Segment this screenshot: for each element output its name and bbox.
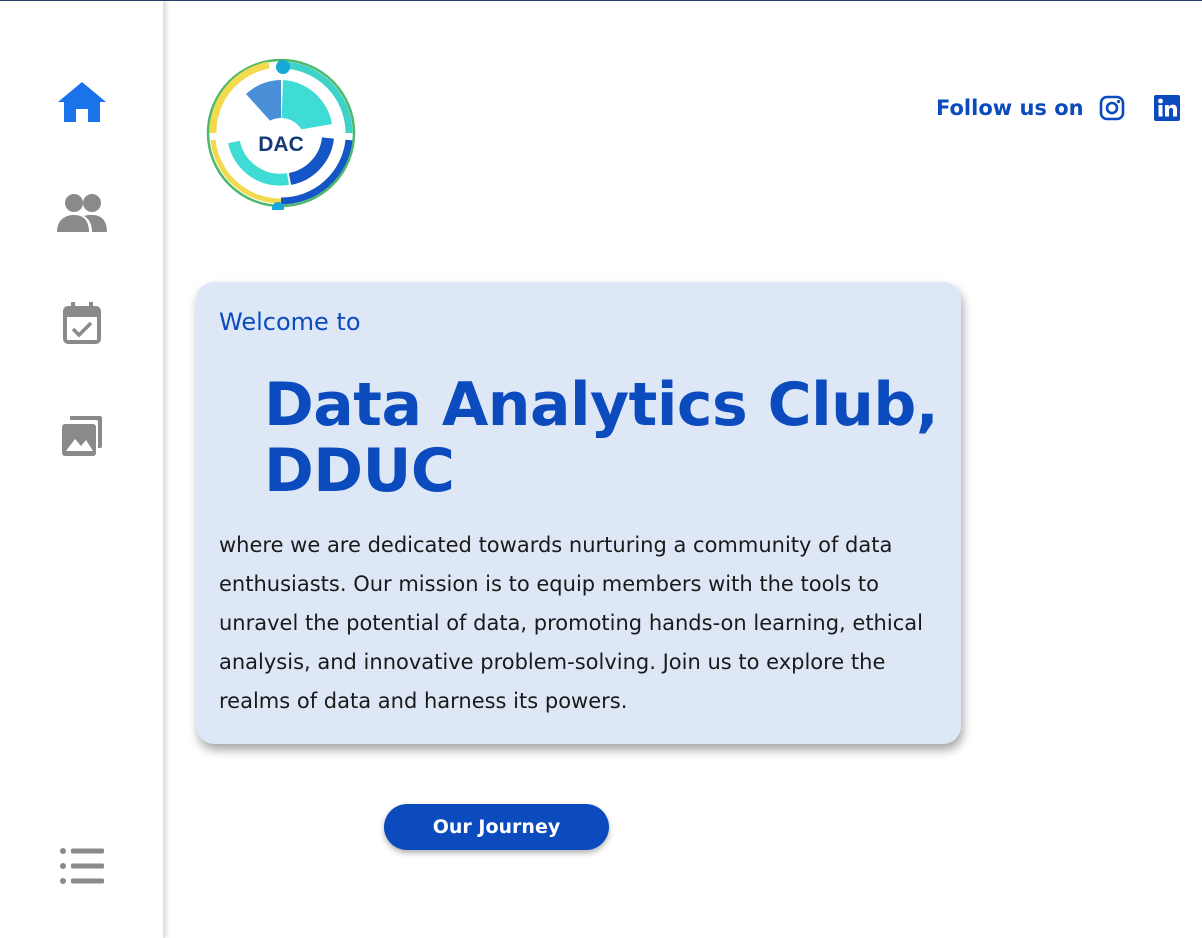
home-icon (58, 82, 106, 122)
follow-us-label: Follow us on (936, 96, 1084, 120)
club-title: Data Analytics Club, DDUC (264, 370, 939, 506)
our-journey-button[interactable]: Our Journey (384, 804, 609, 850)
photo-gallery-icon (62, 416, 102, 456)
nav-events[interactable] (54, 295, 110, 351)
welcome-card: Welcome to Data Analytics Club, DDUC whe… (196, 282, 961, 744)
club-logo: DAC (206, 58, 356, 210)
logo-text: DAC (258, 133, 304, 156)
instagram-icon[interactable] (1099, 95, 1125, 121)
menu-list-icon (60, 848, 104, 884)
club-description: where we are dedicated towards nurturing… (219, 533, 923, 713)
welcome-text: Welcome to (219, 308, 361, 336)
top-border (0, 0, 1202, 1)
nav-members[interactable] (54, 185, 110, 241)
group-icon (57, 194, 107, 232)
nav-gallery[interactable] (54, 408, 110, 464)
nav-menu[interactable] (54, 838, 110, 894)
calendar-check-icon (63, 302, 101, 344)
linkedin-icon[interactable] (1154, 95, 1180, 121)
nav-home[interactable] (54, 74, 110, 130)
sidebar (0, 1, 165, 938)
